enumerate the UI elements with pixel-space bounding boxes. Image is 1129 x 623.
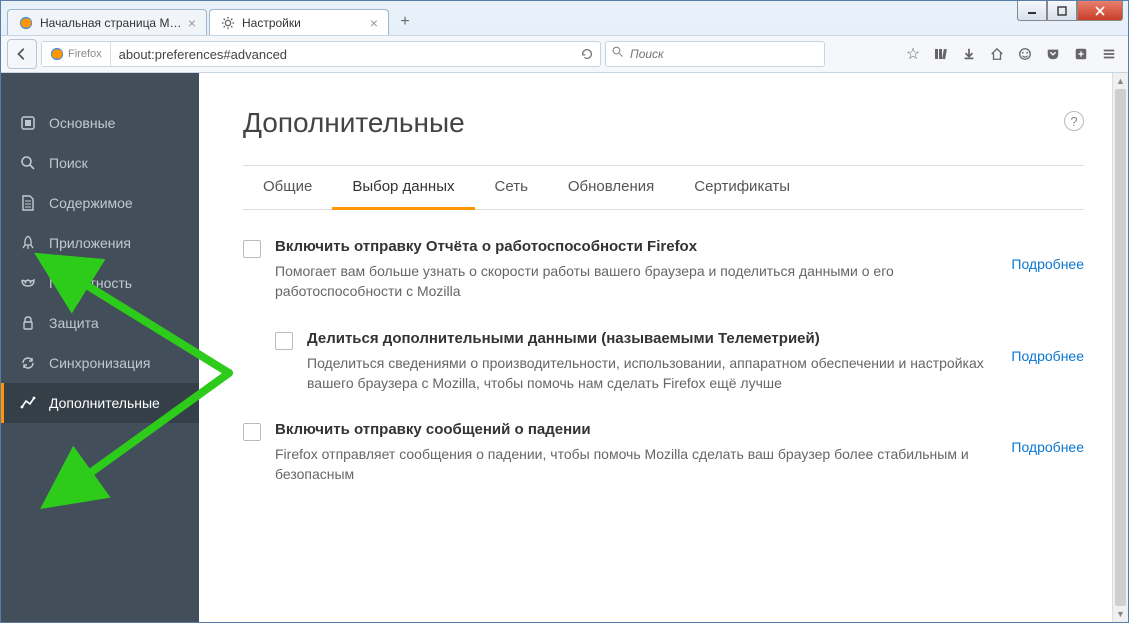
bookmark-star-icon[interactable]: ☆ [904, 45, 922, 63]
tab-label: Настройки [242, 16, 364, 30]
window-controls [1017, 1, 1123, 21]
downloads-icon[interactable] [960, 45, 978, 63]
window-frame: Начальная страница Mozi... × Настройки ×… [0, 0, 1129, 623]
browser-tabs: Начальная страница Mozi... × Настройки ×… [1, 1, 1128, 35]
general-icon [19, 114, 37, 132]
home-icon[interactable] [988, 45, 1006, 63]
content-area: Основные Поиск Содержимое Приложения При… [1, 73, 1128, 622]
setting-health-report: Включить отправку Отчёта о работоспособн… [243, 238, 1084, 302]
search-box[interactable] [605, 41, 825, 67]
sidebar-item-sync[interactable]: Синхронизация [1, 343, 199, 383]
help-icon[interactable]: ? [1064, 111, 1084, 131]
tab-label: Начальная страница Mozi... [40, 16, 182, 30]
sub-tabs: Общие Выбор данных Сеть Обновления Серти… [243, 165, 1084, 210]
sync-icon [19, 354, 37, 372]
toolbar-icons: ☆ [904, 45, 1122, 63]
navigation-bar: Firefox about:preferences#advanced ☆ [1, 35, 1128, 73]
sidebar-item-label: Защита [49, 315, 99, 331]
setting-text: Включить отправку сообщений о падении Fi… [275, 421, 1011, 485]
learn-more-link[interactable]: Подробнее [1011, 439, 1084, 455]
lock-icon [19, 314, 37, 332]
search-input[interactable] [630, 47, 818, 61]
scroll-thumb[interactable] [1115, 89, 1126, 606]
preferences-sidebar: Основные Поиск Содержимое Приложения При… [1, 73, 199, 622]
setting-crash-reports: Включить отправку сообщений о падении Fi… [243, 421, 1084, 485]
scroll-up-icon[interactable]: ▲ [1113, 73, 1128, 89]
sidebar-item-label: Приложения [49, 235, 131, 251]
settings-block: Включить отправку Отчёта о работоспособн… [243, 238, 1084, 485]
subtab-updates[interactable]: Обновления [548, 166, 674, 209]
tab-close-icon[interactable]: × [188, 15, 196, 31]
gear-icon [220, 15, 236, 31]
sidebar-item-general[interactable]: Основные [1, 103, 199, 143]
vertical-scrollbar[interactable]: ▲ ▼ [1112, 73, 1128, 622]
advanced-icon [19, 394, 37, 412]
subtab-network[interactable]: Сеть [475, 166, 548, 209]
browser-tab[interactable]: Начальная страница Mozi... × [7, 9, 207, 35]
subtab-general[interactable]: Общие [243, 166, 332, 209]
sidebar-item-label: Поиск [49, 155, 88, 171]
pocket-icon[interactable] [1044, 45, 1062, 63]
setting-telemetry: Делиться дополнительными данными (называ… [243, 330, 1084, 394]
url-text: about:preferences#advanced [111, 47, 574, 62]
url-bar[interactable]: Firefox about:preferences#advanced [41, 41, 601, 67]
window-maximize-button[interactable] [1047, 1, 1077, 21]
window-close-button[interactable] [1077, 1, 1123, 21]
setting-title: Делиться дополнительными данными (называ… [307, 330, 995, 347]
library-icon[interactable] [932, 45, 950, 63]
firefox-icon [18, 15, 34, 31]
sidebar-item-label: Приватность [49, 275, 132, 291]
sidebar-item-label: Синхронизация [49, 355, 150, 371]
learn-more-link[interactable]: Подробнее [1011, 256, 1084, 272]
identity-label-text: Firefox [68, 48, 102, 60]
search-icon [612, 45, 624, 63]
rocket-icon [19, 234, 37, 252]
hello-icon[interactable] [1016, 45, 1034, 63]
scroll-down-icon[interactable]: ▼ [1113, 606, 1128, 622]
browser-tab-active[interactable]: Настройки × [209, 9, 389, 35]
checkbox-health-report[interactable] [243, 240, 261, 258]
checkbox-telemetry[interactable] [275, 332, 293, 350]
main-content: Дополнительные ? Общие Выбор данных Сеть… [199, 73, 1128, 622]
subtab-data-choices[interactable]: Выбор данных [332, 166, 474, 210]
search-icon [19, 154, 37, 172]
addons-icon[interactable] [1072, 45, 1090, 63]
sidebar-item-advanced[interactable]: Дополнительные [1, 383, 199, 423]
sidebar-item-label: Содержимое [49, 195, 133, 211]
setting-desc: Firefox отправляет сообщения о падении, … [275, 444, 995, 485]
window-minimize-button[interactable] [1017, 1, 1047, 21]
setting-desc: Помогает вам больше узнать о скорости ра… [275, 261, 995, 302]
setting-text: Делиться дополнительными данными (называ… [307, 330, 1011, 394]
sidebar-item-search[interactable]: Поиск [1, 143, 199, 183]
page-title: Дополнительные [243, 107, 1084, 139]
sidebar-item-applications[interactable]: Приложения [1, 223, 199, 263]
reload-button[interactable] [574, 42, 600, 66]
setting-title: Включить отправку Отчёта о работоспособн… [275, 238, 995, 255]
menu-icon[interactable] [1100, 45, 1118, 63]
tab-close-icon[interactable]: × [370, 15, 378, 31]
sidebar-item-security[interactable]: Защита [1, 303, 199, 343]
sidebar-item-content[interactable]: Содержимое [1, 183, 199, 223]
back-button[interactable] [7, 39, 37, 69]
identity-box: Firefox [42, 42, 111, 66]
setting-title: Включить отправку сообщений о падении [275, 421, 995, 438]
firefox-icon [50, 47, 64, 61]
mask-icon [19, 274, 37, 292]
sidebar-item-privacy[interactable]: Приватность [1, 263, 199, 303]
setting-text: Включить отправку Отчёта о работоспособн… [275, 238, 1011, 302]
sidebar-item-label: Дополнительные [49, 395, 160, 411]
document-icon [19, 194, 37, 212]
subtab-certificates[interactable]: Сертификаты [674, 166, 810, 209]
checkbox-crash-reports[interactable] [243, 423, 261, 441]
new-tab-button[interactable]: + [391, 9, 419, 35]
learn-more-link[interactable]: Подробнее [1011, 348, 1084, 364]
setting-desc: Поделиться сведениями о производительнос… [307, 353, 995, 394]
sidebar-item-label: Основные [49, 115, 115, 131]
